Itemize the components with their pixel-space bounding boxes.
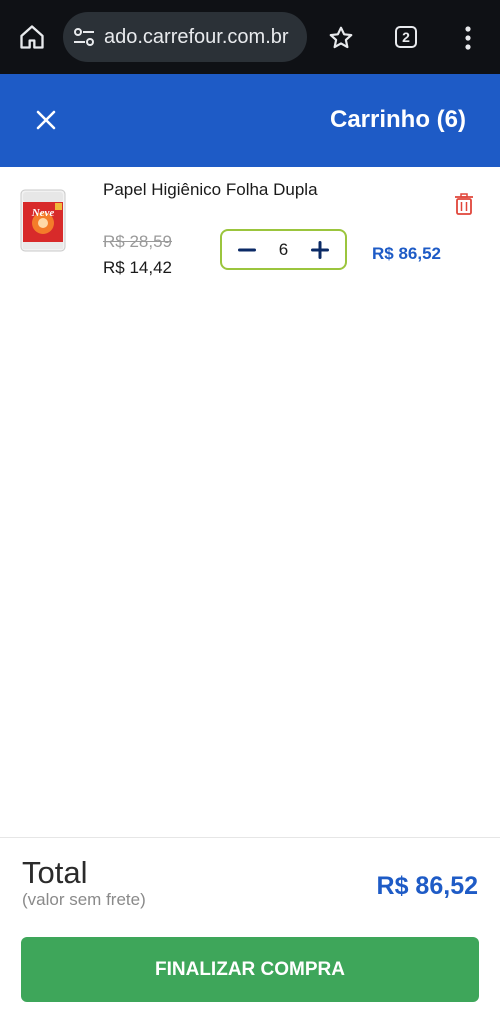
trash-icon[interactable] (452, 192, 476, 216)
product-image[interactable]: Neve (20, 189, 66, 252)
unit-price: R$ 14,42 (103, 258, 172, 277)
quantity-stepper: 6 (220, 229, 347, 270)
cart-header: Carrinho (6) (0, 74, 500, 167)
cart-footer: Total (valor sem frete) R$ 86,52 FINALIZ… (0, 837, 500, 1023)
more-vert-icon[interactable] (455, 24, 481, 52)
browser-toolbar: ado.carrefour.com.br 2 (0, 0, 500, 74)
tab-count: 2 (402, 29, 410, 45)
cart-title: Carrinho (6) (329, 106, 466, 133)
total-label: Total (22, 855, 88, 890)
home-icon[interactable] (16, 22, 48, 52)
tab-switcher-icon[interactable]: 2 (395, 26, 417, 48)
total-value: R$ 86,52 (376, 872, 478, 900)
total-sublabel: (valor sem frete) (22, 890, 146, 909)
line-total: R$ 86,52 (372, 244, 441, 263)
product-name[interactable]: Papel Higiênico Folha Dupla (103, 180, 318, 200)
svg-text:Neve: Neve (31, 207, 55, 219)
original-price: R$ 28,59 (103, 232, 172, 251)
plus-icon[interactable] (305, 236, 335, 264)
star-icon[interactable] (327, 24, 355, 52)
address-bar[interactable]: ado.carrefour.com.br (63, 12, 307, 62)
cart-item: Neve Papel Higiênico Folha Dupla R$ 28,5… (0, 167, 500, 287)
checkout-button[interactable]: FINALIZAR COMPRA (21, 937, 479, 1002)
checkout-button-label: FINALIZAR COMPRA (155, 958, 345, 980)
site-settings-icon[interactable] (71, 25, 97, 49)
url-text[interactable]: ado.carrefour.com.br (104, 26, 289, 49)
close-icon[interactable] (34, 108, 58, 132)
